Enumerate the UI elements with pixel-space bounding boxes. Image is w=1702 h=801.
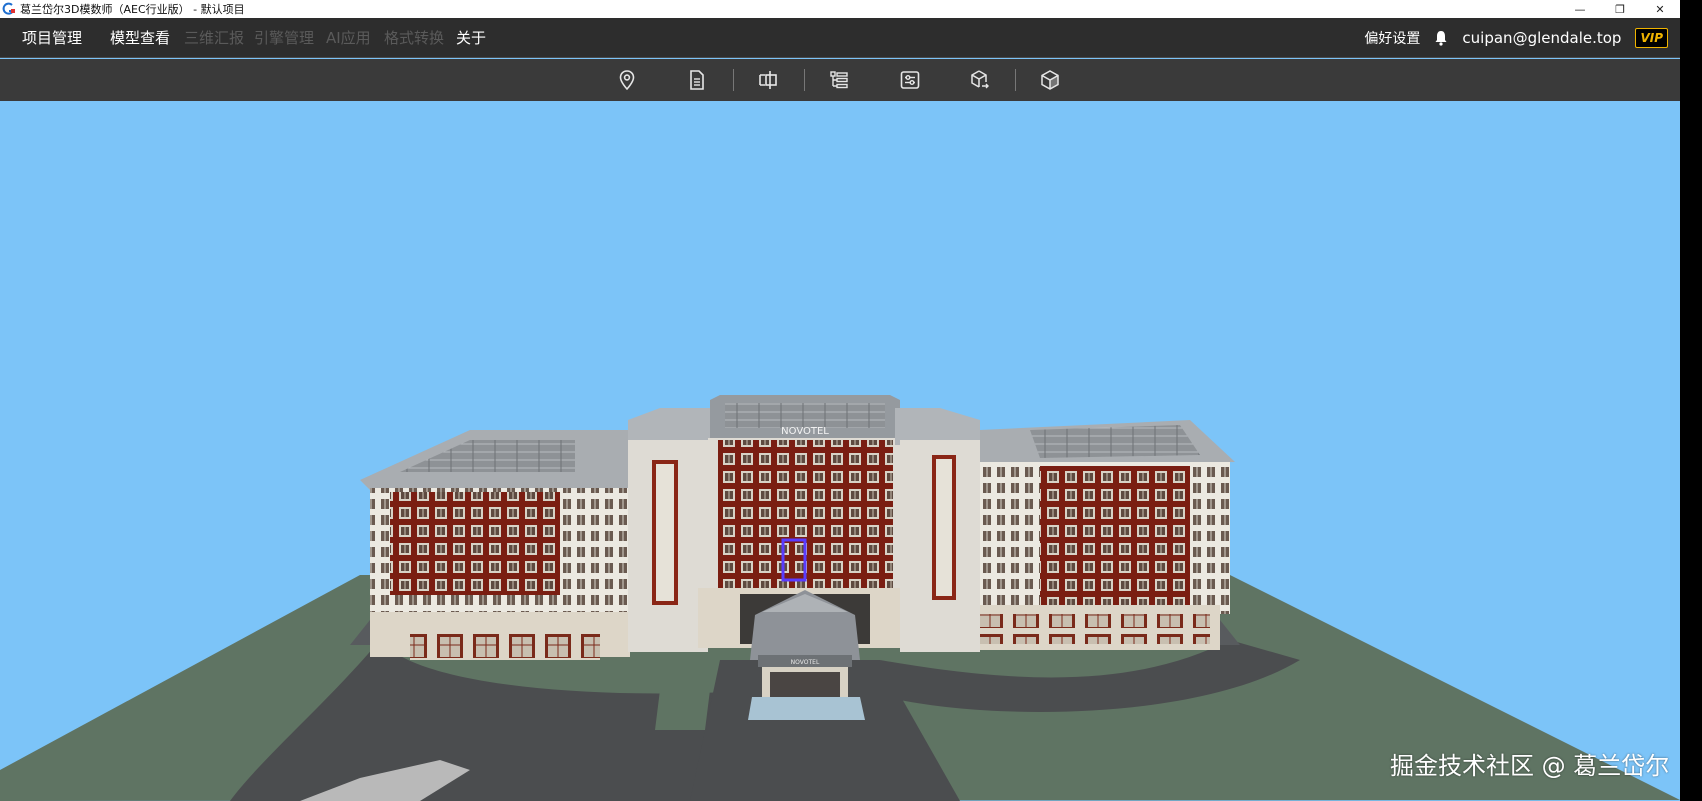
toolbar-separator: [733, 69, 734, 91]
restore-button[interactable]: ❐: [1600, 0, 1640, 18]
preferences-link[interactable]: 偏好设置: [1364, 28, 1420, 48]
vip-badge: VIP: [1635, 28, 1668, 48]
user-email[interactable]: cuipan@glendale.top: [1462, 29, 1621, 47]
right-tower-window-strip-inner: [936, 459, 952, 596]
right-wing-storefront: [980, 614, 1210, 644]
menu-format-conversion[interactable]: 格式转换: [384, 18, 444, 58]
settings-panel-tool-button[interactable]: [897, 67, 923, 93]
cube-icon: [1041, 70, 1059, 90]
right-wing-brown-facade: [1040, 466, 1190, 606]
menu-model-view[interactable]: 模型查看: [110, 18, 170, 58]
menu-about[interactable]: 关于: [456, 18, 486, 58]
menu-3d-report[interactable]: 三维汇报: [184, 18, 244, 58]
menu-ai-application[interactable]: AI应用: [326, 18, 371, 58]
screen-edge: [1680, 0, 1702, 801]
cube-export-tool-button[interactable]: [967, 67, 993, 93]
cube-view-tool-button[interactable]: [1037, 67, 1063, 93]
sign-main: NOVOTEL: [781, 426, 829, 437]
menu-engine-management[interactable]: 引擎管理: [254, 18, 314, 58]
title-bar: 葛兰岱尔3D模数师（AEC行业版） - 默认项目 — ❐ ✕: [0, 0, 1680, 18]
tree-tool-button[interactable]: [826, 67, 852, 93]
window-controls: — ❐ ✕: [1560, 0, 1680, 18]
left-wing-brown-facade: [390, 492, 560, 595]
left-wing-storefront: [410, 630, 600, 660]
entrance-opening: [770, 672, 840, 697]
toolbar-separator: [1015, 69, 1016, 91]
user-area: 偏好设置 cuipan@glendale.top VIP: [1364, 18, 1668, 58]
bell-icon[interactable]: [1434, 30, 1448, 46]
right-wing-roof-panels: [1030, 425, 1200, 458]
app-window: 葛兰岱尔3D模数师（AEC行业版） - 默认项目 — ❐ ✕ 项目管理 模型查看…: [0, 0, 1680, 801]
toolbar-separator: [804, 69, 805, 91]
entrance-glass-platform: [748, 697, 865, 720]
close-button[interactable]: ✕: [1640, 0, 1680, 18]
center-roof-panels: [725, 403, 885, 428]
document-tool-button[interactable]: [684, 67, 710, 93]
minimize-button[interactable]: —: [1560, 0, 1600, 18]
window-title: 葛兰岱尔3D模数师（AEC行业版） - 默认项目: [20, 3, 245, 16]
section-tool-button[interactable]: [755, 67, 781, 93]
menu-project-management[interactable]: 项目管理: [22, 18, 82, 58]
document-icon: [690, 70, 704, 90]
menu-bar: 项目管理 模型查看 三维汇报 引擎管理 AI应用 格式转换 关于 偏好设置 cu…: [0, 18, 1680, 58]
lawn: [655, 690, 710, 730]
left-tower-window-strip-inner: [656, 464, 674, 601]
watermark: 掘金技术社区 @ 葛兰岱尔: [1390, 752, 1670, 780]
tree-icon: [830, 71, 848, 89]
3d-viewport[interactable]: NOVOTEL NOVOTEL: [0, 101, 1680, 801]
app-logo-icon: [2, 2, 15, 15]
location-tool-button[interactable]: [614, 67, 640, 93]
sign-entrance: NOVOTEL: [791, 659, 820, 666]
model-scene: NOVOTEL NOVOTEL: [0, 101, 1680, 801]
settings-panel-icon: [900, 71, 920, 89]
viewer-toolbar: [0, 59, 1680, 101]
section-icon: [759, 71, 777, 89]
cube-export-icon: [971, 70, 989, 89]
location-pin-icon: [619, 70, 635, 91]
